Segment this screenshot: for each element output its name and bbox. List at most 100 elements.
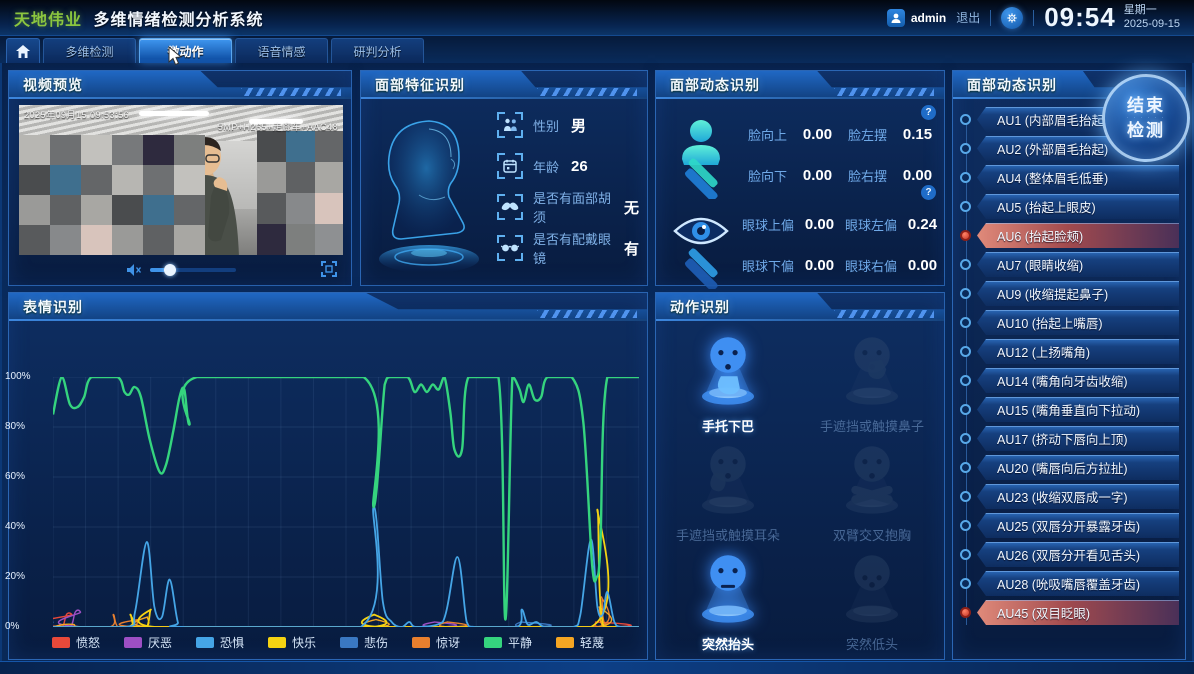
au-bar[interactable]: AU12 (上扬嘴角) (977, 339, 1179, 364)
legend-swatch (484, 637, 502, 648)
au-item[interactable]: AU17 (挤动下唇向上顶) (953, 426, 1179, 451)
feature-row-glasses: 是否有配戴眼镜 有 (497, 234, 639, 262)
video-stage[interactable]: 2025年09月15 09:53:56 5MP+H265+走廊车+AAC48 (19, 105, 343, 255)
au-item[interactable]: AU25 (双唇分开暴露牙齿) (953, 513, 1179, 538)
mosaic-cell (19, 165, 50, 195)
action-item[interactable]: 双臂交叉抱胸 (800, 436, 944, 545)
home-tab[interactable] (6, 38, 40, 63)
tab-4[interactable]: 研判分析 (331, 38, 424, 63)
help-icon[interactable]: ? (921, 185, 936, 200)
au-item[interactable]: AU7 (眼睛收缩) (953, 252, 1179, 277)
tab-3[interactable]: 语音情感 (235, 38, 328, 63)
au-bar[interactable]: AU26 (双唇分开看见舌头) (977, 542, 1179, 567)
au-label: AU14 (嘴角向牙齿收缩) (997, 371, 1128, 390)
au-label: AU12 (上扬嘴角) (997, 342, 1090, 361)
action-item[interactable]: 手遮挡或触摸鼻子 (800, 327, 944, 436)
au-status-dot (960, 201, 971, 212)
au-bar[interactable]: AU28 (吮吸嘴唇覆盖牙齿) (977, 571, 1179, 596)
mosaic-cell (50, 165, 81, 195)
logout-button[interactable]: 退出 (956, 9, 980, 26)
au-item[interactable]: AU26 (双唇分开看见舌头) (953, 542, 1179, 567)
au-item[interactable]: AU5 (抬起上眼皮) (953, 194, 1179, 219)
volume-slider[interactable] (150, 268, 236, 272)
tab-1[interactable]: 多维检测 (43, 38, 136, 63)
legend-item[interactable]: 厌恶 (124, 634, 172, 651)
legend-item[interactable]: 快乐 (268, 634, 316, 651)
au-bar[interactable]: AU7 (眼睛收缩) (977, 252, 1179, 277)
action-item[interactable]: 突然低头 (800, 546, 944, 655)
au-bar[interactable]: AU14 (嘴角向牙齿收缩) (977, 368, 1179, 393)
au-bar[interactable]: AU5 (抬起上眼皮) (977, 194, 1179, 219)
au-item[interactable]: AU9 (收缩提起鼻子) (953, 281, 1179, 306)
au-bar[interactable]: AU45 (双目眨眼) (977, 600, 1179, 625)
au-status-dot (960, 520, 971, 531)
mosaic-cell (50, 225, 81, 255)
metric-value: 0.00 (805, 257, 835, 274)
brand-name: 天地伟业 (14, 12, 82, 29)
fullscreen-icon[interactable] (321, 261, 337, 277)
legend-label: 惊讶 (436, 634, 460, 651)
mosaic-cell (19, 225, 50, 255)
legend-item[interactable]: 悲伤 (340, 634, 388, 651)
feature-label: 性别 (533, 116, 559, 135)
au-item[interactable]: AU14 (嘴角向牙齿收缩) (953, 368, 1179, 393)
arms-crossed-icon (834, 438, 910, 521)
beard-icon (497, 194, 523, 220)
panel-title: 视频预览 (23, 75, 83, 95)
metric-value: 0.00 (903, 167, 938, 184)
au-bar[interactable]: AU17 (挤动下唇向上顶) (977, 426, 1179, 451)
mosaic-cell (174, 165, 205, 195)
expression-chart (53, 377, 639, 627)
au-status-dot (960, 172, 971, 183)
au-label: AU15 (嘴角垂直向下拉动) (997, 400, 1140, 419)
volume-knob[interactable] (164, 264, 176, 276)
legend-swatch (196, 637, 214, 648)
au-bar[interactable]: AU9 (收缩提起鼻子) (977, 281, 1179, 306)
clock: 09:54 星期一 2025-09-15 (1044, 2, 1180, 33)
au-bar[interactable]: AU10 (抬起上嘴唇) (977, 310, 1179, 335)
au-bar[interactable]: AU23 (收缩双唇成一字) (977, 484, 1179, 509)
au-item[interactable]: AU20 (嘴唇向后方拉扯) (953, 455, 1179, 480)
au-bar[interactable]: AU6 (抬起脸颊) (977, 223, 1179, 248)
header-stripes-decoration (834, 310, 934, 318)
action-item[interactable]: 手托下巴 (656, 327, 800, 436)
legend-item[interactable]: 愤怒 (52, 634, 100, 651)
au-item[interactable]: AU15 (嘴角垂直向下拉动) (953, 397, 1179, 422)
video-stream-info-overlay: 5MP+H265+走廊车+AAC48 (218, 120, 338, 133)
au-item[interactable]: AU12 (上扬嘴角) (953, 339, 1179, 364)
au-bar[interactable]: AU25 (双唇分开暴露牙齿) (977, 513, 1179, 538)
action-item[interactable]: 突然抬头 (656, 546, 800, 655)
help-icon[interactable]: ? (921, 105, 936, 120)
action-label: 手遮挡或触摸耳朵 (676, 525, 780, 544)
au-item[interactable]: AU45 (双目眨眼) (953, 600, 1179, 625)
au-bar[interactable]: AU15 (嘴角垂直向下拉动) (977, 397, 1179, 422)
divider (1033, 10, 1034, 26)
metric-value: 0.15 (903, 126, 938, 143)
au-item[interactable]: AU23 (收缩双唇成一字) (953, 484, 1179, 509)
au-bar[interactable]: AU4 (整体眉毛低垂) (977, 165, 1179, 190)
stop-detection-button[interactable]: 结束 · · · · · · 检测 (1102, 74, 1190, 162)
legend-item[interactable]: 恐惧 (196, 634, 244, 651)
au-list: AU1 (内部眉毛抬起)AU2 (外部眉毛抬起)AU4 (整体眉毛低垂)AU5 … (953, 107, 1179, 625)
mosaic-cell (143, 165, 174, 195)
au-item[interactable]: AU6 (抬起脸颊) (953, 223, 1179, 248)
legend-item[interactable]: 惊讶 (412, 634, 460, 651)
glasses-icon (497, 235, 523, 261)
tab-2[interactable]: 微动作 (139, 38, 232, 63)
legend-item[interactable]: 平静 (484, 634, 532, 651)
action-item[interactable]: 手遮挡或触摸耳朵 (656, 436, 800, 545)
au-item[interactable]: AU4 (整体眉毛低垂) (953, 165, 1179, 190)
settings-button[interactable] (1001, 7, 1023, 29)
au-status-dot (960, 114, 971, 125)
au-item[interactable]: AU28 (吮吸嘴唇覆盖牙齿) (953, 571, 1179, 596)
user-chip: admin (887, 9, 946, 27)
panel-title: 表情识别 (23, 297, 83, 317)
user-name: admin (911, 11, 946, 25)
mute-icon[interactable] (126, 263, 142, 277)
au-bar[interactable]: AU20 (嘴唇向后方拉扯) (977, 455, 1179, 480)
legend-item[interactable]: 轻蔑 (556, 634, 604, 651)
mosaic-cell (257, 131, 286, 162)
au-status-dot (960, 288, 971, 299)
y-tick-label: 100% (5, 371, 43, 382)
au-item[interactable]: AU10 (抬起上嘴唇) (953, 310, 1179, 335)
